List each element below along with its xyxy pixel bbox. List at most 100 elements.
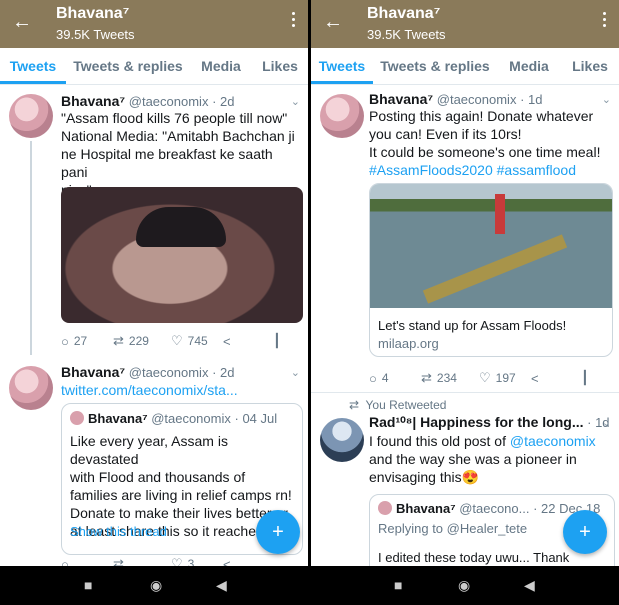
share-button[interactable]: <: [531, 370, 581, 386]
tweet-time: 2d: [220, 94, 235, 109]
reply-count: 27: [73, 334, 88, 348]
link-card-title: Let's stand up for Assam Floods!: [378, 318, 567, 333]
tweet-time: 2d: [220, 365, 235, 380]
image-hat-shape: [136, 207, 226, 247]
like-button[interactable]: ♡ 745: [171, 333, 223, 349]
mention-link[interactable]: @taeconomix: [510, 433, 596, 449]
avatar[interactable]: [9, 94, 53, 138]
avatar[interactable]: [9, 366, 53, 410]
back-arrow-icon[interactable]: ←: [323, 11, 343, 33]
compose-tweet-button[interactable]: +: [256, 510, 300, 554]
back-arrow-icon[interactable]: ←: [12, 11, 32, 33]
more-options-icon[interactable]: [292, 12, 296, 30]
tweet-text: I found this old post of @taeconomix and…: [369, 432, 614, 486]
retweet-label-text: You Retweeted: [365, 398, 447, 412]
compose-tweet-button[interactable]: +: [563, 510, 607, 554]
retweet-button[interactable]: ⇄: [113, 556, 171, 566]
divider: [311, 392, 619, 393]
reply-button[interactable]: ○: [61, 556, 113, 567]
profile-header: ← Bhavana⁷ 39.5K Tweets: [0, 0, 308, 48]
author-name[interactable]: Bhavana⁷: [369, 91, 433, 107]
home-icon[interactable]: ◉: [458, 577, 470, 594]
author-name[interactable]: Bhavana⁷: [61, 93, 125, 109]
reply-icon: ○: [61, 556, 69, 567]
heart-icon: ♡: [171, 333, 183, 348]
quote-line: Like every year, Assam is devastated: [70, 433, 228, 467]
retweet-button[interactable]: ⇄ 234: [421, 370, 479, 386]
tweet-line: National Media: "Amitabh Bachchan ji: [61, 128, 295, 144]
tweet-meta: Bhavana⁷ @taeconomix · 2d: [61, 364, 235, 380]
tweet[interactable]: Bhavana⁷ @taeconomix · 2d ⌄ "Assam flood…: [0, 85, 308, 355]
tweet-time: 1d: [528, 92, 543, 107]
tab-tweets[interactable]: Tweets: [311, 48, 373, 84]
retweet-icon: ⇄: [421, 370, 432, 385]
tweet-line: It could be someone's one time meal!: [369, 144, 601, 160]
analytics-button[interactable]: ┃: [581, 370, 601, 386]
chevron-down-icon[interactable]: ⌄: [291, 366, 300, 379]
share-button[interactable]: <: [223, 556, 273, 567]
tweet[interactable]: Bhavana⁷ @taeconomix · 1d ⌄ Posting this…: [311, 85, 619, 390]
chevron-down-icon[interactable]: ⌄: [602, 416, 611, 429]
like-button[interactable]: ♡ 197: [479, 370, 531, 386]
quote-avatar: [70, 411, 84, 425]
tweet-image[interactable]: [61, 187, 303, 323]
person-shape: [495, 194, 505, 234]
share-button[interactable]: <: [223, 333, 273, 349]
author-name[interactable]: Bhavana⁷: [61, 364, 125, 380]
recents-icon[interactable]: ■: [84, 577, 92, 593]
tweet-text: Posting this again! Donate whatever you …: [369, 107, 614, 179]
reply-button[interactable]: ○ 4: [369, 370, 421, 386]
back-icon[interactable]: ◀: [524, 577, 535, 594]
tweet-meta: Rad¹⁰⁸| Happiness for the long... · 1d: [369, 414, 610, 430]
reply-button[interactable]: ○ 27: [61, 333, 113, 349]
avatar[interactable]: [320, 94, 364, 138]
quote-time: 04 Jul: [242, 411, 278, 426]
show-thread-link[interactable]: Show this thread: [70, 524, 167, 539]
author-handle: @taeconomix: [436, 92, 517, 107]
retweet-icon: ⇄: [113, 556, 124, 566]
hashtags-link[interactable]: #AssamFloods2020 #assamflood: [369, 161, 614, 179]
tab-media[interactable]: Media: [497, 48, 561, 84]
link-card-image: [370, 184, 612, 308]
like-button[interactable]: ♡ 3: [171, 556, 223, 566]
tab-tweets-replies[interactable]: Tweets & replies: [66, 48, 190, 84]
retweet-button[interactable]: ⇄ 229: [113, 333, 171, 349]
quote-line: families are living in relief camps rn!: [70, 487, 292, 503]
analytics-icon: ┃: [581, 370, 589, 385]
tab-tweets-replies[interactable]: Tweets & replies: [373, 48, 497, 84]
link-card[interactable]: Let's stand up for Assam Floods! milaap.…: [369, 183, 613, 357]
analytics-icon: ┃: [273, 333, 281, 348]
tweet-line: Posting this again! Donate whatever: [369, 108, 594, 124]
tweet-count: 39.5K Tweets: [367, 27, 446, 42]
quote-text: I edited these today uwu... Thank: [378, 550, 570, 565]
chevron-down-icon[interactable]: ⌄: [602, 93, 611, 106]
retweet-count: 234: [436, 371, 457, 385]
tab-likes[interactable]: Likes: [252, 48, 308, 84]
analytics-button[interactable]: ┃: [273, 333, 293, 349]
tab-tweets[interactable]: Tweets: [0, 48, 66, 84]
retweet-small-icon: ⇄: [349, 398, 360, 412]
tab-likes[interactable]: Likes: [561, 48, 619, 84]
android-nav-bar: ■ ◉ ◀ ■ ◉ ◀: [0, 566, 619, 605]
reply-icon: ○: [369, 370, 377, 386]
retweet-label: ⇄ You Retweeted: [349, 398, 446, 412]
profile-name: Bhavana⁷: [367, 5, 441, 22]
author-name[interactable]: Rad¹⁰⁸| Happiness for the long...: [369, 414, 584, 430]
tweet-link[interactable]: twitter.com/taeconomix/sta...: [61, 381, 301, 399]
avatar[interactable]: [320, 418, 364, 462]
share-icon: <: [223, 333, 231, 349]
reply-icon: ○: [61, 333, 69, 349]
quote-handle: @taeconomix: [151, 411, 231, 426]
chevron-down-icon[interactable]: ⌄: [291, 95, 300, 108]
profile-tabs: Tweets Tweets & replies Media Likes: [311, 48, 619, 85]
tweet-actions: ○ ⇄ ♡ 3 <: [61, 556, 297, 566]
tab-media[interactable]: Media: [190, 48, 252, 84]
more-options-icon[interactable]: [603, 12, 607, 30]
like-count: 3: [187, 557, 195, 566]
home-icon[interactable]: ◉: [150, 577, 162, 594]
back-icon[interactable]: ◀: [216, 577, 227, 594]
recents-icon[interactable]: ■: [394, 577, 402, 593]
heart-icon: ♡: [479, 370, 491, 385]
quote-meta: Bhavana⁷ @taeconomix · 04 Jul: [70, 411, 277, 426]
tweet-actions: ○ 4 ⇄ 234 ♡ 197 < ┃: [369, 370, 605, 386]
